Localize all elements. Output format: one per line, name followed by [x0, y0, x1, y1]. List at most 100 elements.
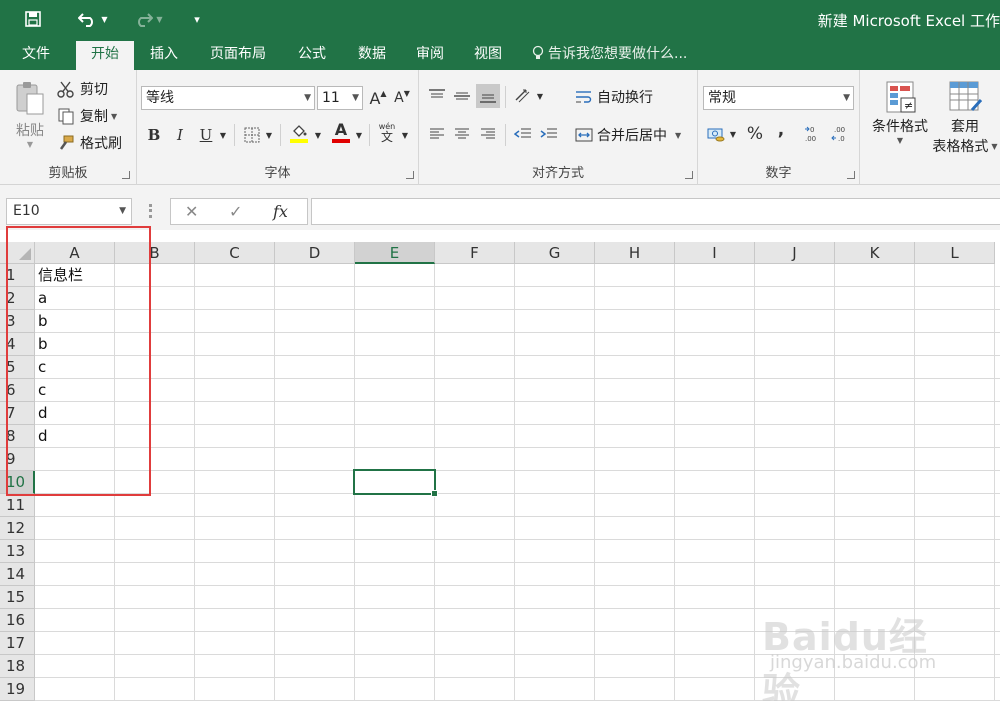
increase-indent-button[interactable]: [537, 122, 561, 146]
row-header-14[interactable]: 14: [0, 563, 35, 586]
accounting-format-button[interactable]: [704, 122, 728, 146]
row-header-13[interactable]: 13: [0, 540, 35, 563]
increase-decimal-button[interactable]: 0.00: [802, 122, 826, 146]
confirm-entry-button[interactable]: ✓: [229, 199, 242, 224]
clipboard-launcher-icon[interactable]: [122, 171, 130, 179]
formula-bar-grip-icon[interactable]: [149, 204, 152, 218]
merge-center-button[interactable]: 合并后居中 ▼: [575, 125, 681, 145]
column-header-h[interactable]: H: [595, 242, 675, 264]
column-header-k[interactable]: K: [835, 242, 915, 264]
row-header-18[interactable]: 18: [0, 655, 35, 678]
formula-input[interactable]: [311, 198, 1000, 225]
column-header-i[interactable]: I: [675, 242, 755, 264]
cut-button[interactable]: 剪切: [57, 79, 108, 99]
column-header-c[interactable]: C: [195, 242, 275, 264]
customize-quick-access-icon[interactable]: ▾: [188, 0, 206, 38]
decrease-indent-button[interactable]: [511, 122, 535, 146]
orientation-dropdown-icon[interactable]: ▼: [534, 84, 546, 108]
cancel-entry-button[interactable]: ✕: [185, 199, 198, 224]
font-color-button[interactable]: A: [329, 120, 353, 144]
alignment-launcher-icon[interactable]: [685, 171, 693, 179]
font-name-dropdown-icon[interactable]: ▼: [304, 87, 311, 109]
row-header-16[interactable]: 16: [0, 609, 35, 632]
row-header-12[interactable]: 12: [0, 517, 35, 540]
comma-style-button[interactable]: ,: [769, 118, 793, 142]
copy-button[interactable]: 复制 ▼: [57, 106, 117, 126]
lightbulb-icon: [532, 38, 544, 70]
grid-column-line: [194, 264, 195, 701]
align-bottom-button[interactable]: [476, 84, 500, 108]
bold-button[interactable]: B: [142, 123, 166, 147]
underline-dropdown-icon[interactable]: ▼: [217, 123, 229, 147]
svg-text:.00: .00: [805, 135, 816, 143]
row-header-19[interactable]: 19: [0, 678, 35, 701]
format-painter-button[interactable]: 格式刷: [57, 133, 122, 153]
tell-me-box[interactable]: 告诉我您想要做什么...: [532, 38, 687, 70]
decrease-decimal-button[interactable]: .00.0: [828, 122, 852, 146]
column-header-f[interactable]: F: [435, 242, 515, 264]
column-header-d[interactable]: D: [275, 242, 355, 264]
column-header-e[interactable]: E: [355, 242, 435, 264]
separator: [369, 124, 370, 146]
active-cell-selection[interactable]: [353, 469, 438, 497]
number-format-combo[interactable]: 常规 ▼: [703, 86, 854, 110]
orientation-icon: [515, 89, 530, 103]
conditional-formatting-button[interactable]: ≠ 条件格式 ▼: [864, 80, 936, 145]
number-format-dropdown-icon[interactable]: ▼: [843, 87, 850, 109]
phonetic-dropdown-icon[interactable]: ▼: [399, 123, 411, 147]
italic-button[interactable]: I: [168, 123, 192, 147]
number-launcher-icon[interactable]: [847, 171, 855, 179]
undo-dropdown-icon[interactable]: ▼: [101, 15, 107, 24]
name-box-dropdown-icon[interactable]: ▼: [119, 199, 126, 224]
font-size-dropdown-icon[interactable]: ▼: [352, 87, 359, 109]
tab-review[interactable]: 审阅: [404, 38, 456, 70]
font-name-combo[interactable]: 等线 ▼: [141, 86, 315, 110]
orientation-button[interactable]: [511, 84, 535, 108]
paste-button[interactable]: 粘贴 ▼: [10, 80, 50, 162]
tab-file[interactable]: 文件: [8, 38, 64, 70]
font-size-combo[interactable]: 11 ▼: [317, 86, 363, 110]
column-header-l[interactable]: L: [915, 242, 995, 264]
borders-dropdown-icon[interactable]: ▼: [263, 123, 275, 147]
percent-button[interactable]: %: [743, 122, 767, 146]
tab-insert[interactable]: 插入: [138, 38, 190, 70]
tab-data[interactable]: 数据: [346, 38, 398, 70]
underline-button[interactable]: U: [194, 123, 218, 147]
borders-button[interactable]: [240, 123, 264, 147]
redo-icon[interactable]: ▼: [128, 0, 168, 38]
align-top-button[interactable]: [425, 84, 449, 108]
wrap-text-button[interactable]: 自动换行: [575, 87, 653, 107]
name-box[interactable]: E10 ▼: [6, 198, 132, 225]
align-left-button[interactable]: [425, 122, 449, 146]
font-launcher-icon[interactable]: [406, 171, 414, 179]
column-header-j[interactable]: J: [755, 242, 835, 264]
fill-color-button[interactable]: [287, 121, 311, 145]
save-icon[interactable]: [20, 0, 46, 38]
row-header-17[interactable]: 17: [0, 632, 35, 655]
tab-formulas[interactable]: 公式: [286, 38, 338, 70]
row-header-11[interactable]: 11: [0, 494, 35, 517]
annotation-highlight-box: [6, 226, 151, 496]
font-color-dropdown-icon[interactable]: ▼: [353, 123, 365, 147]
align-middle-button[interactable]: [450, 84, 474, 108]
tab-view[interactable]: 视图: [462, 38, 514, 70]
undo-icon[interactable]: ▼: [74, 0, 112, 38]
phonetic-guide-button[interactable]: wén 文: [375, 120, 399, 144]
column-header-g[interactable]: G: [515, 242, 595, 264]
tab-page-layout[interactable]: 页面布局: [198, 38, 278, 70]
grid-row-line: [35, 355, 1000, 356]
phonetic-bottom-text: 文: [380, 130, 393, 144]
grid-column-line: [754, 264, 755, 701]
copy-dropdown-icon[interactable]: ▼: [111, 112, 117, 121]
merge-dropdown-icon[interactable]: ▼: [675, 131, 681, 140]
fill-color-dropdown-icon[interactable]: ▼: [312, 123, 324, 147]
row-header-15[interactable]: 15: [0, 586, 35, 609]
align-center-button[interactable]: [450, 122, 474, 146]
insert-function-button[interactable]: fx: [273, 199, 288, 224]
align-right-button[interactable]: [476, 122, 500, 146]
tab-home[interactable]: 开始: [76, 41, 134, 70]
accounting-dropdown-icon[interactable]: ▼: [727, 122, 739, 146]
shrink-font-button[interactable]: A ▼: [390, 86, 414, 110]
grow-font-button[interactable]: A ▲: [366, 86, 390, 110]
format-as-table-button[interactable]: 套用 表格格式 ▼: [930, 80, 1000, 156]
